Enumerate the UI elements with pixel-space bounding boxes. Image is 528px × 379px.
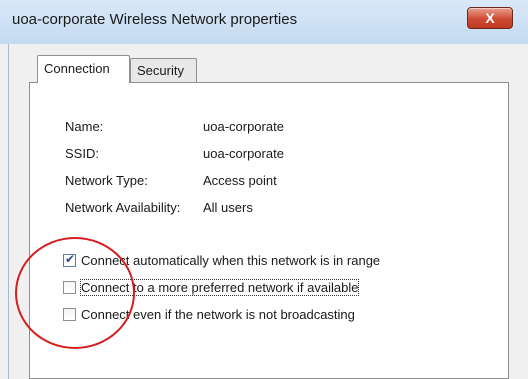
preferred-network-checkbox[interactable] (63, 281, 76, 294)
connection-panel: Name: uoa-corporate SSID: uoa-corporate … (29, 82, 509, 379)
property-label: Network Type: (65, 173, 148, 188)
properties-window: uoa-corporate Wireless Network propertie… (0, 0, 528, 379)
property-label: SSID: (65, 146, 99, 161)
option-label[interactable]: Connect automatically when this network … (81, 253, 380, 268)
property-value: uoa-corporate (203, 119, 284, 134)
close-button[interactable]: X (467, 7, 513, 29)
option-label[interactable]: Connect to a more preferred network if a… (79, 279, 360, 296)
checkmark-icon: ✔ (65, 252, 76, 266)
not-broadcasting-checkbox[interactable] (63, 308, 76, 321)
option-label[interactable]: Connect even if the network is not broad… (81, 307, 355, 322)
dialog-body: Connection Security Name: uoa-corporate … (8, 44, 528, 379)
connect-automatically-checkbox[interactable]: ✔ (63, 252, 76, 267)
property-value: All users (203, 200, 253, 215)
window-title: uoa-corporate Wireless Network propertie… (12, 11, 298, 28)
title-bar: uoa-corporate Wireless Network propertie… (0, 0, 528, 44)
tab-connection[interactable]: Connection (37, 55, 130, 83)
property-label: Network Availability: (65, 200, 181, 215)
property-label: Name: (65, 119, 104, 134)
tab-security[interactable]: Security (130, 58, 197, 82)
property-value: uoa-corporate (203, 146, 284, 161)
property-value: Access point (203, 173, 277, 188)
